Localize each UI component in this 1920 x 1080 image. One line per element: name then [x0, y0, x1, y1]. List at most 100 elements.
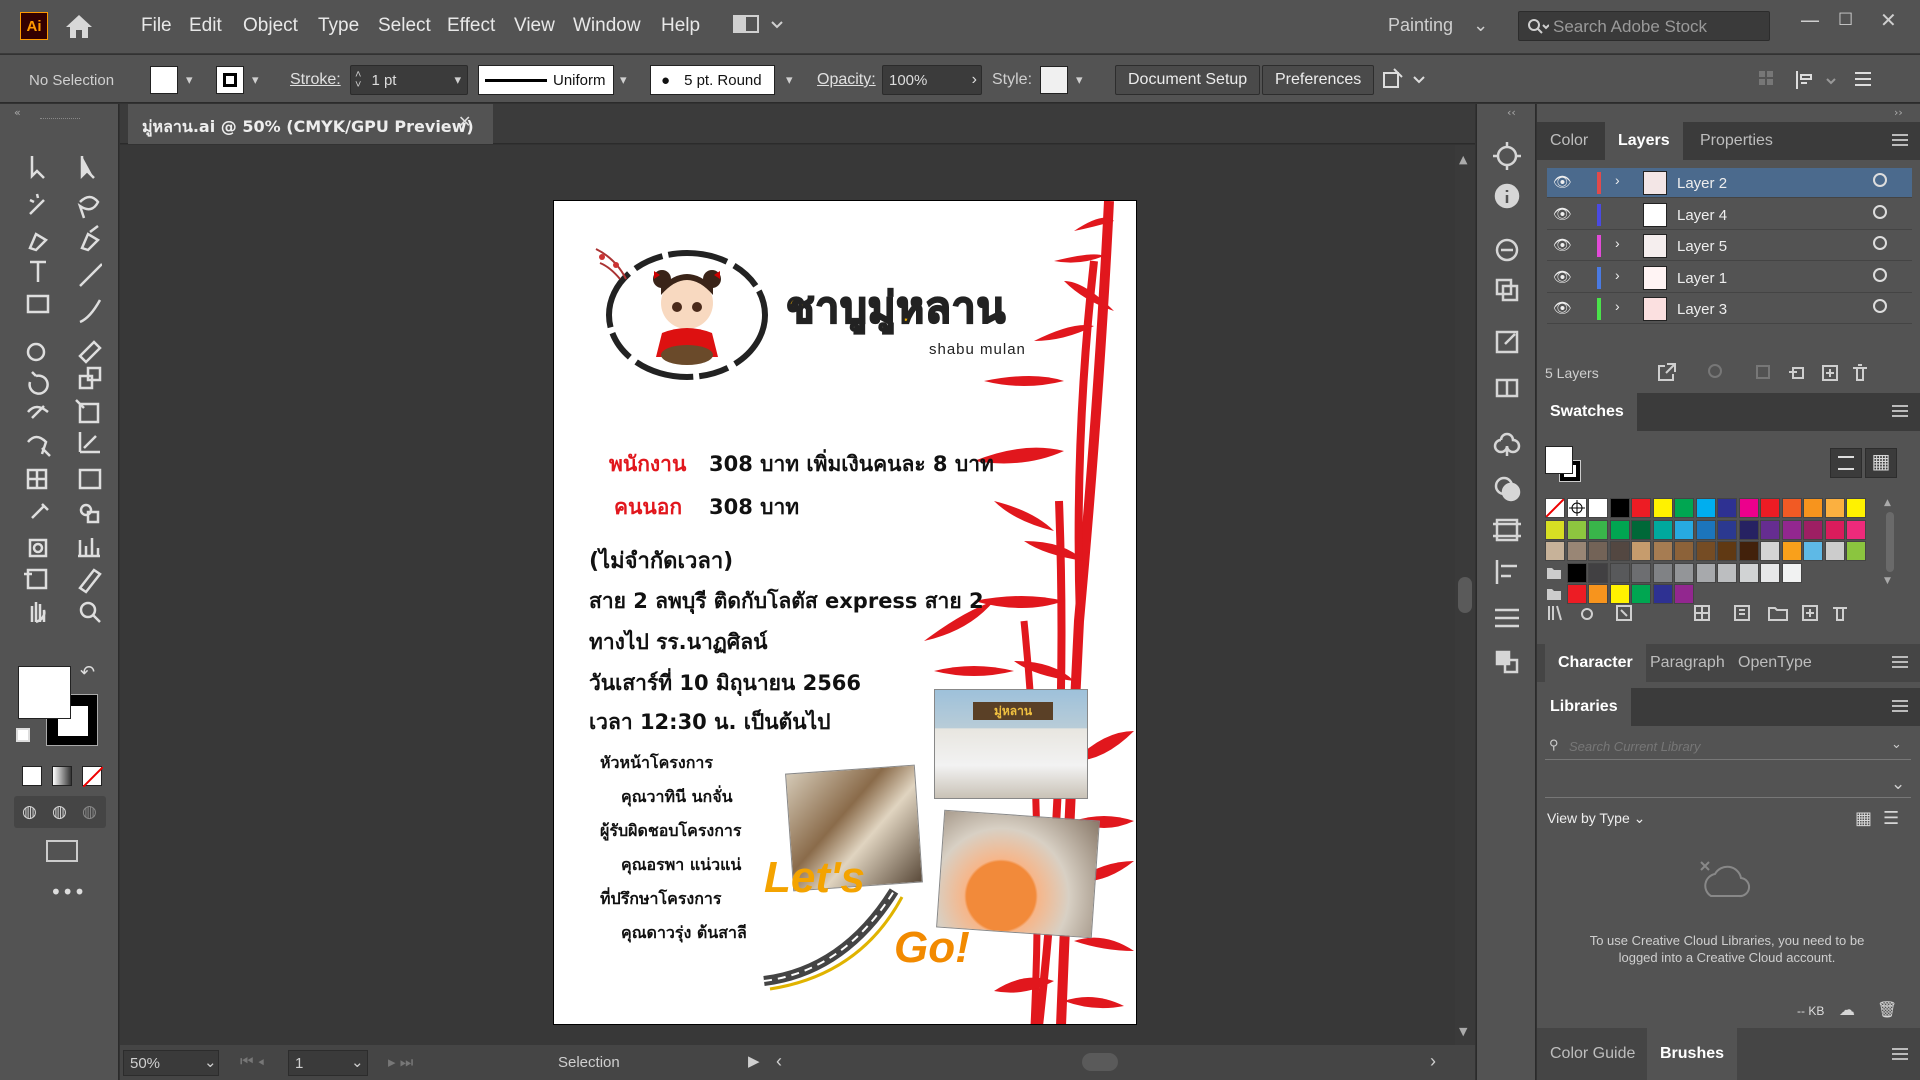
cloud-sync-icon[interactable]: ☁ [1839, 1000, 1855, 1019]
search-stock-input[interactable]: Search Adobe Stock [1518, 11, 1770, 41]
draw-modes[interactable]: ◍ ◍ ◍ [14, 796, 106, 828]
color-swatch[interactable] [1652, 541, 1673, 561]
color-swatch[interactable] [1803, 541, 1823, 561]
document-setup-button[interactable]: Document Setup [1115, 65, 1261, 95]
next-artboard-icon[interactable]: ▸ ⏭ [388, 1053, 413, 1071]
menu-effect[interactable]: Effect [447, 15, 495, 37]
color-swatch[interactable] [1803, 498, 1823, 518]
color-swatch[interactable] [1609, 541, 1630, 561]
view-by-type-dropdown[interactable]: View by Type ⌄ [1547, 810, 1645, 827]
color-swatch[interactable] [1717, 519, 1737, 540]
menu-select[interactable]: Select [378, 15, 431, 37]
layers-footer-icons[interactable] [1657, 362, 1907, 384]
color-swatch[interactable] [1631, 584, 1651, 604]
swap-fill-stroke-icon[interactable]: ↶ [80, 662, 95, 683]
grid-view-icon[interactable]: ▦ [1855, 808, 1872, 829]
color-swatch[interactable] [1588, 541, 1608, 561]
layer-row[interactable]: 👁 › Layer 3 [1547, 294, 1912, 324]
library-search-input[interactable]: ⚲ Search Current Library ⌄ [1545, 734, 1911, 760]
collapse-icon[interactable]: « [14, 106, 21, 119]
color-mode-icon[interactable] [22, 766, 42, 786]
color-swatch[interactable] [1695, 541, 1716, 561]
color-swatch[interactable] [1717, 498, 1737, 518]
eye-icon[interactable]: 👁 [1553, 173, 1572, 191]
arrange-documents-icon[interactable] [730, 12, 790, 38]
panel-icons[interactable] [1491, 140, 1523, 880]
tab-swatches[interactable]: Swatches [1537, 393, 1637, 431]
menu-window[interactable]: Window [573, 15, 641, 37]
color-swatch[interactable] [1738, 519, 1759, 540]
list-view-icon[interactable]: ☰ [1883, 808, 1899, 829]
default-colors-icon[interactable] [16, 728, 30, 742]
color-swatch[interactable] [1609, 519, 1630, 540]
color-swatch[interactable] [1717, 562, 1737, 583]
layer-name[interactable]: Layer 1 [1677, 270, 1727, 287]
color-swatch[interactable] [1674, 519, 1694, 540]
tab-color[interactable]: Color [1537, 122, 1601, 160]
color-swatch[interactable] [1674, 498, 1694, 518]
tab-character[interactable]: Character [1545, 644, 1646, 682]
swatch-group-folder-icon[interactable] [1545, 563, 1565, 583]
menu-type[interactable]: Type [318, 15, 359, 37]
color-swatch[interactable] [1824, 541, 1845, 561]
target-circle-icon[interactable] [1873, 267, 1887, 282]
color-swatch[interactable] [1545, 541, 1565, 561]
minimize-button[interactable]: — [1800, 8, 1820, 32]
layer-row[interactable]: 👁 › Layer 2 [1547, 168, 1912, 198]
opacity-field[interactable]: 100% › [882, 65, 982, 95]
color-swatch[interactable] [1631, 562, 1651, 583]
color-swatch[interactable] [1695, 498, 1716, 518]
color-swatch[interactable] [1824, 498, 1845, 518]
color-swatch[interactable] [1674, 562, 1694, 583]
brush-dropdown[interactable]: ▾ [786, 65, 793, 95]
menu-object[interactable]: Object [243, 15, 298, 37]
tab-paragraph[interactable]: Paragraph [1637, 644, 1738, 682]
target-circle-icon[interactable] [1873, 204, 1887, 219]
home-icon[interactable] [64, 12, 94, 40]
color-swatch[interactable] [1803, 519, 1823, 540]
variable-width-profile[interactable]: Uniform [478, 65, 614, 95]
tab-opentype[interactable]: OpenType [1725, 644, 1825, 682]
stroke-dropdown[interactable]: ▾ [252, 65, 259, 95]
scroll-thumb[interactable] [1458, 577, 1472, 613]
color-swatch[interactable] [1588, 584, 1608, 604]
status-menu-icon[interactable]: ▶ [748, 1052, 760, 1070]
layer-row[interactable]: 👁 › Layer 1 [1547, 263, 1912, 293]
screen-mode-icon[interactable] [46, 840, 78, 862]
fill-dropdown[interactable]: ▾ [186, 65, 193, 95]
color-swatch[interactable] [1781, 562, 1802, 583]
library-select[interactable]: ⌄ [1545, 772, 1911, 798]
expand-chevron-icon[interactable]: › [1615, 235, 1620, 251]
color-swatch[interactable] [1760, 519, 1780, 540]
eye-icon[interactable]: 👁 [1553, 299, 1572, 317]
color-swatch[interactable] [1781, 541, 1802, 561]
layer-name[interactable]: Layer 2 [1677, 175, 1727, 192]
grid-view-icon[interactable]: ▦ [1865, 448, 1897, 478]
vertical-scrollbar[interactable]: ▲ ▼ [1455, 145, 1475, 1045]
preferences-button[interactable]: Preferences [1262, 65, 1375, 95]
color-swatch[interactable] [1674, 541, 1694, 561]
color-swatch[interactable] [1566, 541, 1587, 561]
target-circle-icon[interactable] [1873, 299, 1887, 313]
tab-libraries[interactable]: Libraries [1537, 688, 1631, 726]
color-swatch[interactable] [1566, 584, 1587, 604]
document-tab[interactable]: มู่หลาน.ai @ 50% (CMYK/GPU Preview) [128, 104, 493, 144]
swatch-scrollbar[interactable]: ▲ ▼ [1884, 498, 1898, 603]
more-tools-icon[interactable]: ••• [50, 880, 85, 904]
panel-menu-icon[interactable] [1892, 1048, 1908, 1060]
color-swatch[interactable] [1760, 562, 1780, 583]
color-swatch[interactable] [1631, 498, 1651, 518]
color-swatch[interactable] [1588, 562, 1608, 583]
artboard[interactable]: ชาบูมู่หลาน shabu mulan พนักงาน 308 บาท … [553, 200, 1137, 1025]
panel-menu-icon[interactable] [1892, 134, 1908, 146]
collapse-icon[interactable]: ‹‹ [1507, 106, 1516, 119]
tab-color-guide[interactable]: Color Guide [1537, 1028, 1648, 1080]
color-swatch[interactable] [1846, 541, 1866, 561]
align-options-icon[interactable] [1755, 67, 1875, 93]
profile-dropdown[interactable]: ▾ [620, 65, 627, 95]
color-swatch[interactable] [1652, 562, 1673, 583]
color-swatch[interactable] [1695, 562, 1716, 583]
eye-icon[interactable]: 👁 [1553, 268, 1572, 286]
color-swatch[interactable] [1652, 584, 1673, 604]
color-swatch[interactable] [1738, 498, 1759, 518]
